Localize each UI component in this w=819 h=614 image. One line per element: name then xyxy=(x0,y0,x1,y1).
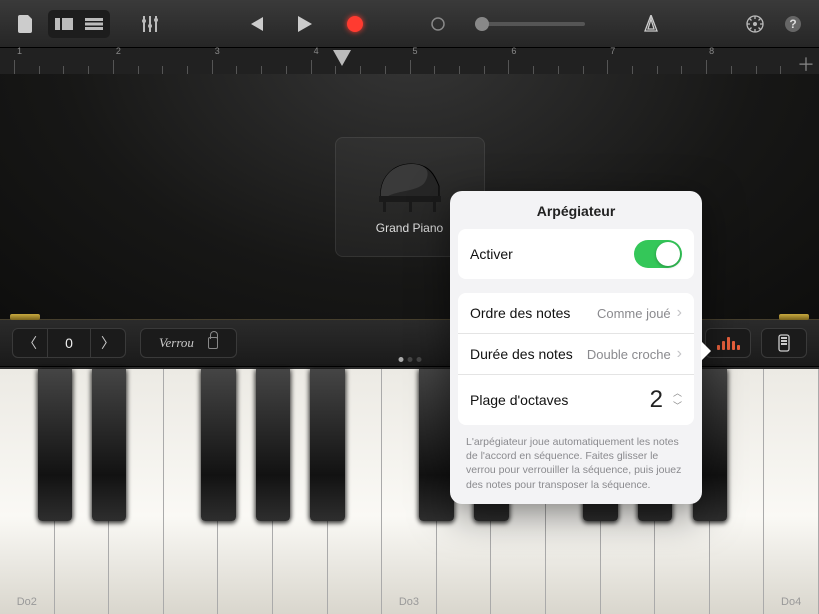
bar-number: 1 xyxy=(17,46,22,56)
white-key[interactable]: Do4 xyxy=(764,369,819,614)
verrou-button[interactable]: Verrou xyxy=(140,328,237,358)
mixer-icon[interactable] xyxy=(134,8,166,40)
arpeggiator-button[interactable] xyxy=(705,328,751,358)
view-toggle xyxy=(48,10,110,38)
chevron-right-icon: › xyxy=(677,345,682,363)
octave-down-icon[interactable]: 〈 xyxy=(13,333,47,353)
octave-value: 0 xyxy=(47,329,91,357)
keyboard-layout-icon xyxy=(777,334,791,352)
record-icon[interactable] xyxy=(339,8,371,40)
grand-piano-icon xyxy=(375,158,445,213)
black-key[interactable] xyxy=(310,369,344,521)
stepper-down-icon[interactable]: ﹀ xyxy=(673,402,682,411)
octave-range-value: 2 xyxy=(639,386,663,414)
activate-toggle[interactable] xyxy=(634,240,682,268)
svg-text:?: ? xyxy=(789,17,796,31)
black-key[interactable] xyxy=(38,369,72,521)
bar-number: 3 xyxy=(215,46,220,56)
stepper-up-icon[interactable]: ︿ xyxy=(673,389,682,398)
arpeggiator-popover: Arpégiateur Activer Ordre des notes Comm… xyxy=(450,191,702,504)
note-order-value: Comme joué xyxy=(597,306,671,321)
volume-slider[interactable] xyxy=(475,22,585,26)
bar-number: 5 xyxy=(413,46,418,56)
note-duration-value: Double croche xyxy=(587,347,671,362)
playhead-icon[interactable] xyxy=(333,50,351,66)
octave-nav: 〈 0 〉 xyxy=(12,328,126,358)
page-dots xyxy=(398,357,421,362)
timeline-ruler[interactable]: 1 2 3 4 5 6 7 8 ＋ xyxy=(0,48,819,74)
black-key[interactable] xyxy=(256,369,290,521)
top-toolbar: ? xyxy=(0,0,819,48)
bar-number: 8 xyxy=(709,46,714,56)
go-to-start-icon[interactable] xyxy=(239,8,271,40)
note-order-label: Ordre des notes xyxy=(470,305,597,321)
activate-label: Activer xyxy=(470,246,634,262)
browser-view-icon[interactable] xyxy=(50,12,78,36)
activate-row: Activer xyxy=(458,229,694,279)
octave-range-label: Plage d'octaves xyxy=(470,392,639,408)
bar-number: 2 xyxy=(116,46,121,56)
black-key[interactable] xyxy=(92,369,126,521)
settings-icon[interactable] xyxy=(739,8,771,40)
black-key[interactable] xyxy=(419,369,453,521)
help-icon[interactable]: ? xyxy=(777,8,809,40)
my-songs-icon[interactable] xyxy=(10,8,42,40)
metronome-icon[interactable] xyxy=(635,8,667,40)
bar-number: 6 xyxy=(511,46,516,56)
octave-range-stepper: 2 ︿ ﹀ xyxy=(639,386,682,414)
keyboard-layout-button[interactable] xyxy=(761,328,807,358)
popover-title: Arpégiateur xyxy=(450,191,702,229)
bar-number: 4 xyxy=(314,46,319,56)
note-duration-row[interactable]: Durée des notes Double croche › xyxy=(458,334,694,375)
octave-up-icon[interactable]: 〉 xyxy=(91,333,125,353)
octave-range-row: Plage d'octaves 2 ︿ ﹀ xyxy=(458,375,694,425)
transport-controls xyxy=(239,8,667,40)
black-key[interactable] xyxy=(201,369,235,521)
note-order-row[interactable]: Ordre des notes Comme joué › xyxy=(458,293,694,334)
master-volume-slider[interactable] xyxy=(425,8,457,40)
lock-icon xyxy=(208,337,218,349)
tracks-view-icon[interactable] xyxy=(80,12,108,36)
instrument-name: Grand Piano xyxy=(376,221,443,235)
verrou-label: Verrou xyxy=(159,335,194,351)
popover-description: L'arpégiateur joue automatiquement les n… xyxy=(450,425,702,492)
arpeggiator-icon xyxy=(717,337,740,350)
note-duration-label: Durée des notes xyxy=(470,346,587,362)
bar-number: 7 xyxy=(610,46,615,56)
chevron-right-icon: › xyxy=(677,304,682,322)
play-icon[interactable] xyxy=(289,8,321,40)
